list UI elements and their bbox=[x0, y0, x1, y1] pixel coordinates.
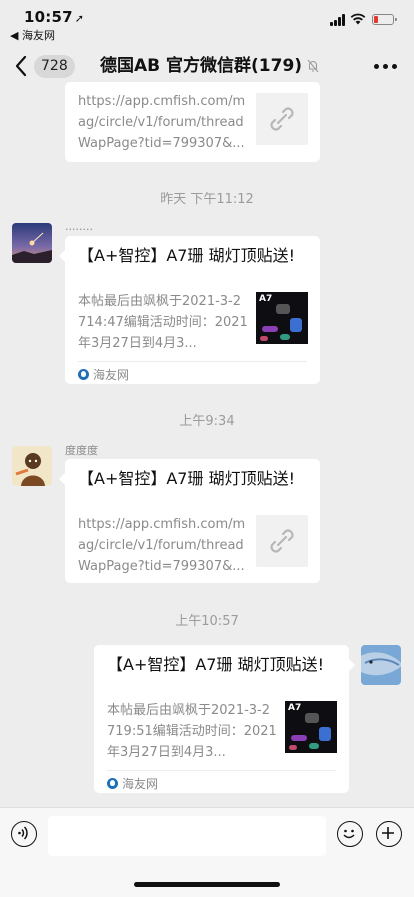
signal-icon bbox=[330, 14, 347, 26]
status-time: 10:57 ➚ bbox=[24, 8, 85, 26]
haiyou-logo-icon bbox=[107, 778, 118, 789]
location-arrow-icon: ➚ bbox=[74, 12, 85, 25]
article-thumbnail: A7 bbox=[256, 292, 308, 344]
sender-name: 度度度 bbox=[65, 444, 98, 457]
card-description: https://app.cmfish.com/mag/circle/v1/for… bbox=[78, 517, 246, 574]
more-dots-icon[interactable] bbox=[374, 64, 398, 70]
card-description: 本帖最后由飒枫于2021-3-2714:47编辑活动时间：2021年3月27日到… bbox=[78, 294, 248, 351]
haiyou-logo-icon bbox=[78, 369, 89, 380]
wifi-icon bbox=[350, 13, 366, 25]
card-title: 【A+智控】A7珊 瑚灯顶贴送! bbox=[78, 469, 295, 488]
mute-bell-icon bbox=[307, 59, 319, 73]
timestamp: 昨天 下午11:12 bbox=[160, 192, 254, 207]
back-to-app-link[interactable]: ◀ 海友网 bbox=[10, 27, 55, 43]
timestamp: 上午9:34 bbox=[179, 414, 235, 429]
plus-icon[interactable] bbox=[376, 821, 402, 847]
card-source: 海友网 bbox=[78, 366, 129, 383]
back-chevron-icon[interactable] bbox=[14, 55, 28, 77]
card-title: 【A+智控】A7珊 瑚灯顶贴送! bbox=[78, 246, 295, 265]
link-icon bbox=[256, 515, 308, 567]
link-card-message[interactable]: https://app.cmfish.com/mag/circle/v1/for… bbox=[65, 82, 320, 162]
unread-count-badge[interactable]: 728 bbox=[34, 55, 75, 78]
link-icon bbox=[256, 93, 308, 145]
timestamp: 上午10:57 bbox=[175, 614, 239, 629]
status-bar: 10:57 ➚ ◀ 海友网 bbox=[0, 0, 414, 44]
avatar[interactable] bbox=[361, 645, 401, 685]
sender-name: ........ bbox=[65, 220, 93, 233]
emoji-icon[interactable] bbox=[337, 821, 363, 847]
chat-title: 德国AB 官方微信群(179) bbox=[100, 56, 303, 76]
card-source: 海友网 bbox=[107, 775, 158, 792]
home-indicator bbox=[134, 882, 280, 887]
card-description: 本帖最后由飒枫于2021-3-2719:51编辑活动时间：2021年3月27日到… bbox=[107, 703, 277, 760]
voice-icon[interactable] bbox=[11, 821, 37, 847]
avatar[interactable] bbox=[12, 223, 52, 263]
link-card-message[interactable]: 【A+智控】A7珊 瑚灯顶贴送! 本帖最后由飒枫于2021-3-2719:51编… bbox=[94, 645, 355, 793]
link-card-message[interactable]: 【A+智控】A7珊 瑚灯顶贴送! https://app.cmfish.com/… bbox=[59, 459, 320, 583]
avatar[interactable] bbox=[12, 446, 52, 486]
message-input[interactable] bbox=[48, 816, 326, 856]
input-bar bbox=[0, 807, 414, 897]
article-thumbnail: A7 bbox=[285, 701, 337, 753]
card-description: https://app.cmfish.com/mag/circle/v1/for… bbox=[78, 94, 246, 151]
link-card-message[interactable]: 【A+智控】A7珊 瑚灯顶贴送! 本帖最后由飒枫于2021-3-2714:47编… bbox=[59, 236, 320, 384]
card-title: 【A+智控】A7珊 瑚灯顶贴送! bbox=[107, 655, 324, 674]
battery-low-icon bbox=[372, 14, 397, 25]
